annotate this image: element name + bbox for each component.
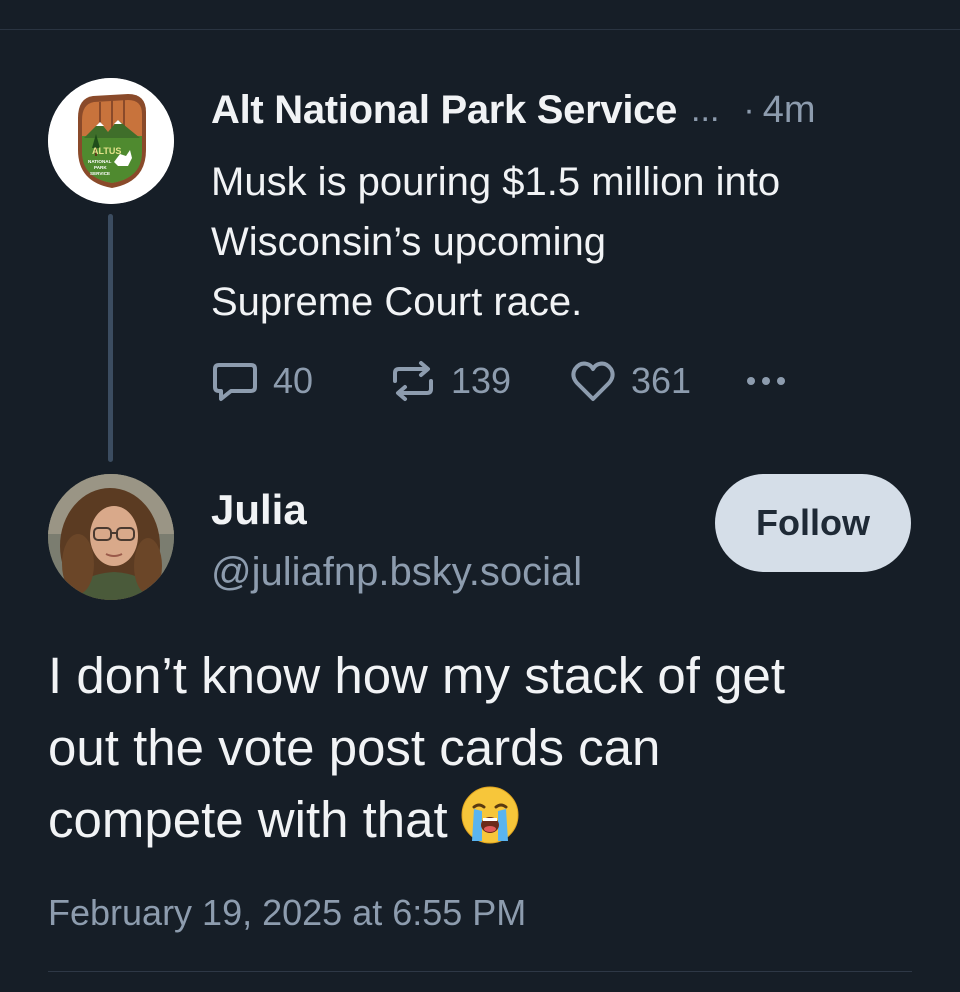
svg-text:PARK: PARK [94, 165, 107, 170]
reply-button[interactable]: 40 [211, 359, 389, 403]
reply-post-text[interactable]: I don’t know how my stack of get out the… [48, 640, 938, 856]
parent-post-text-line: Wisconsin’s upcoming [211, 220, 606, 264]
parent-post-time[interactable]: 4m [763, 89, 816, 132]
like-count: 361 [631, 360, 692, 401]
altus-logo-icon: ALTUS NATIONAL PARK SERVICE [48, 78, 174, 204]
repost-button[interactable]: 139 [389, 359, 569, 403]
parent-post-actions: 40 139 361 [211, 356, 785, 406]
reply-icon [213, 363, 257, 401]
parent-author-avatar[interactable]: ALTUS NATIONAL PARK SERVICE [48, 78, 174, 204]
reply-post-text-line-last: compete with that [48, 784, 938, 856]
reply-author-name[interactable]: Julia [211, 484, 307, 536]
reply-timestamp[interactable]: February 19, 2025 at 6:55 PM [48, 888, 526, 938]
parent-post-text-line: Supreme Court race. [211, 280, 583, 324]
like-button[interactable]: 361 [569, 359, 747, 403]
reply-post-text-segment: compete with that [48, 791, 448, 848]
follow-button[interactable]: Follow [715, 474, 911, 572]
thread-connector-line [108, 214, 113, 462]
svg-text:SERVICE: SERVICE [90, 171, 110, 176]
parent-post-text-line: Musk is pouring $1.5 million into [211, 160, 781, 204]
more-dot-icon [747, 377, 755, 385]
reply-author-handle[interactable]: @juliafnp.bsky.social [211, 546, 582, 598]
more-dot-icon [777, 377, 785, 385]
separator-dot: · [743, 90, 755, 129]
more-options-button[interactable] [747, 361, 785, 401]
repost-count: 139 [451, 360, 512, 401]
reply-count: 40 [273, 360, 314, 401]
more-dot-icon [762, 377, 770, 385]
reply-author-avatar[interactable] [48, 474, 174, 600]
reply-post-text-line: I don’t know how my stack of get [48, 647, 786, 704]
parent-post-header: Alt National Park Service ... · 4m [211, 84, 911, 136]
reply-post-text-line: out the vote post cards can [48, 719, 661, 776]
parent-author-name[interactable]: Alt National Park Service [211, 88, 677, 133]
top-divider [0, 29, 960, 30]
loudly-crying-face-icon [461, 786, 519, 844]
heart-icon [571, 361, 615, 401]
name-truncation-ellipsis: ... [691, 90, 720, 129]
svg-text:NATIONAL: NATIONAL [88, 159, 112, 164]
profile-photo-icon [48, 474, 174, 600]
bottom-divider [48, 971, 912, 972]
svg-text:ALTUS: ALTUS [92, 146, 121, 156]
parent-post-text[interactable]: Musk is pouring $1.5 million into Wiscon… [211, 152, 921, 332]
repost-icon [393, 361, 433, 401]
